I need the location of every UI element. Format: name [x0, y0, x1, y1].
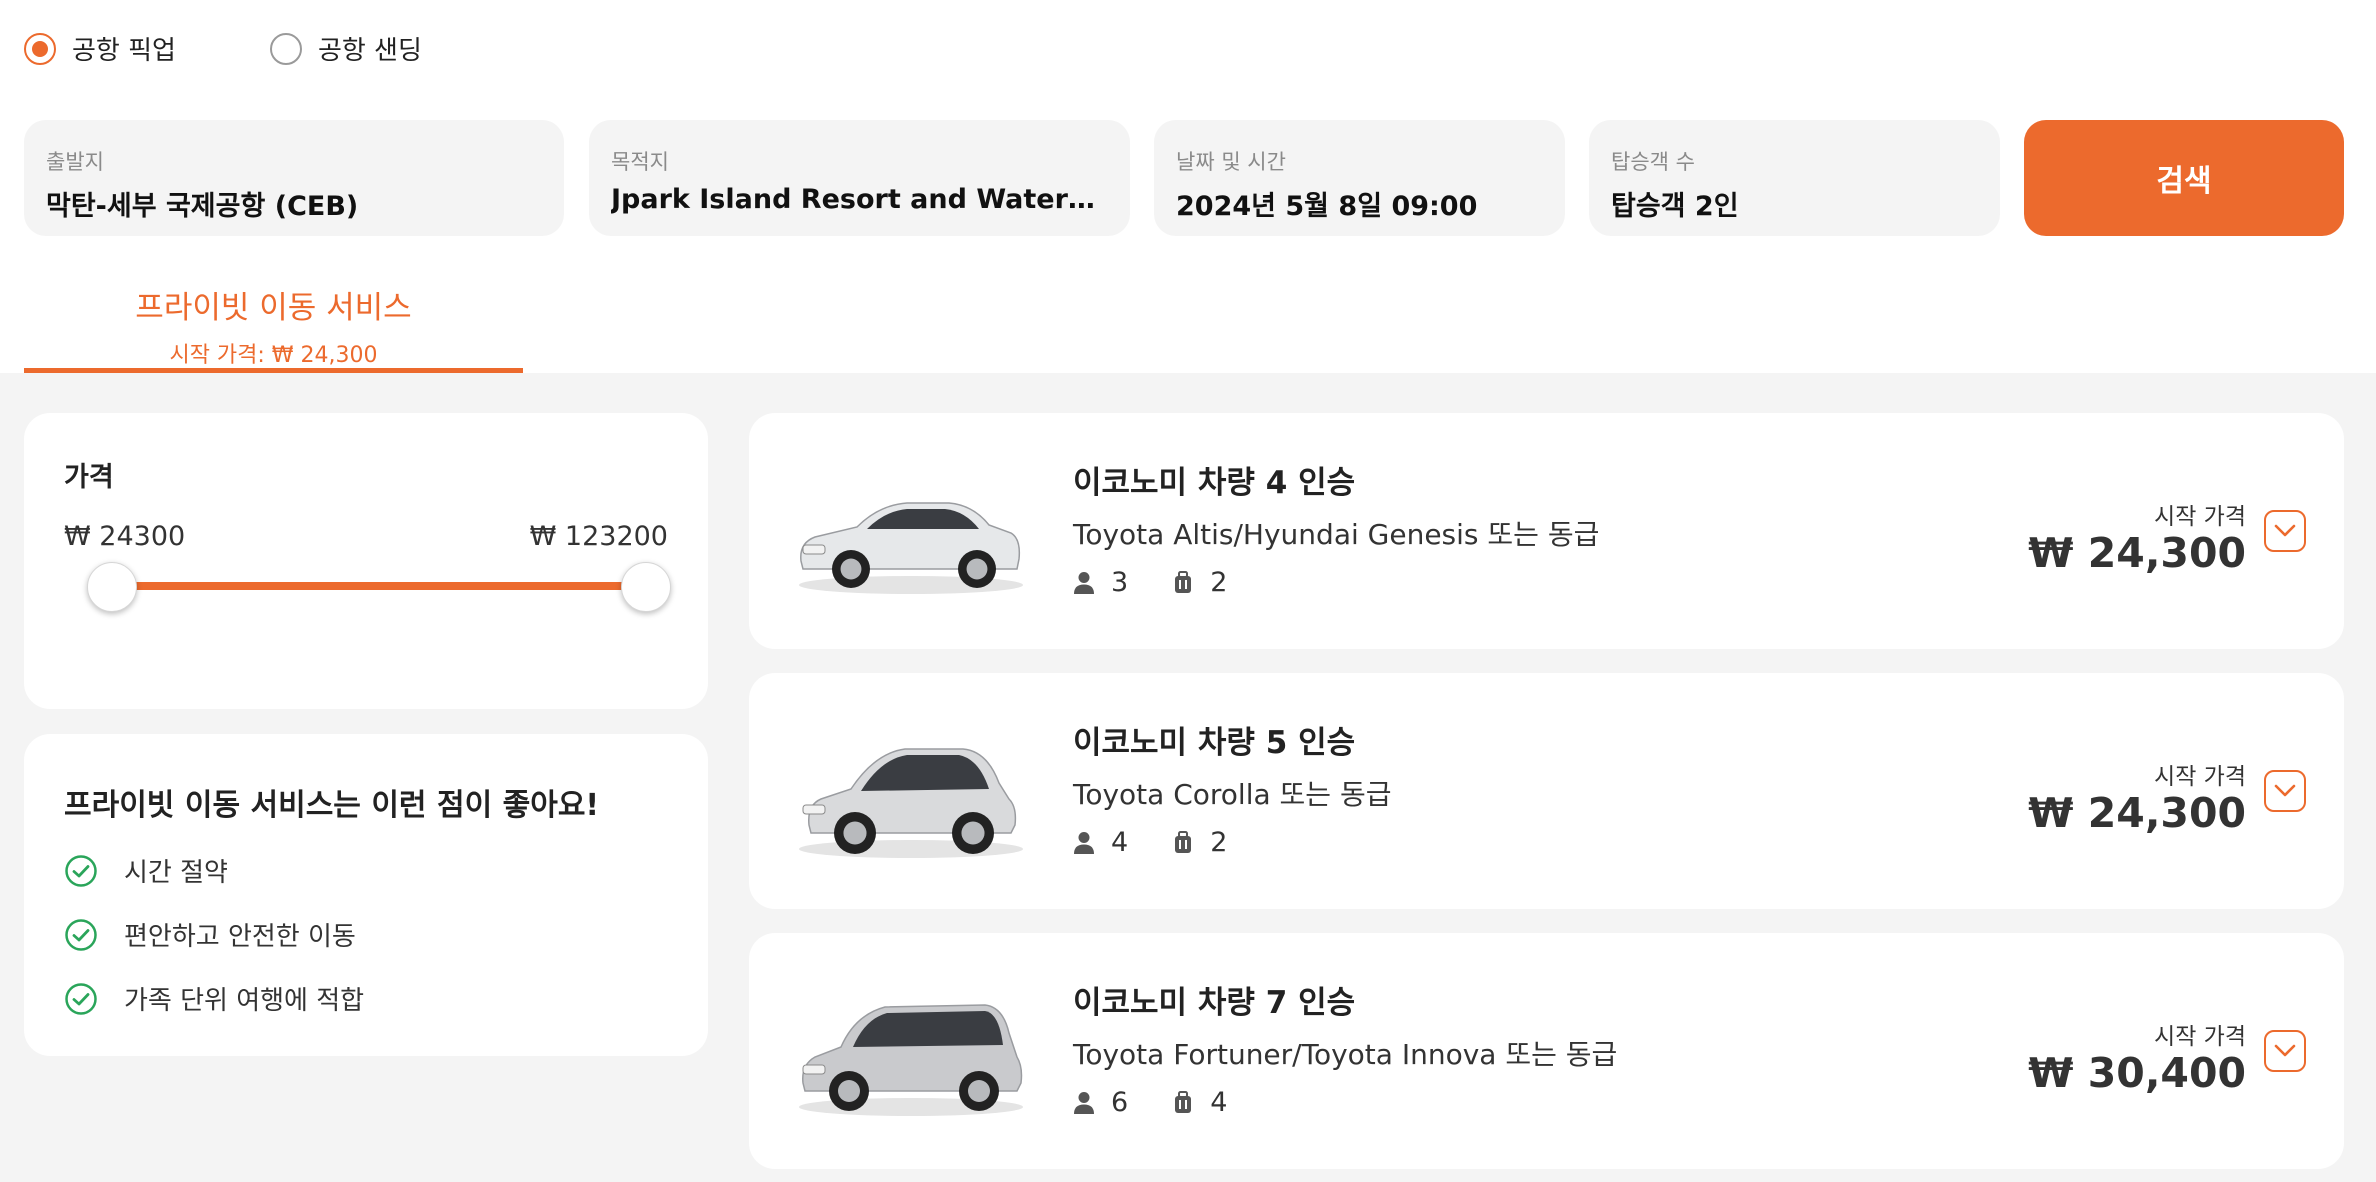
slider-fill — [112, 582, 646, 590]
benefit-text: 가족 단위 여행에 적합 — [124, 986, 365, 1016]
car-wheel-rim — [961, 821, 985, 845]
car-image — [799, 1004, 1023, 1116]
passenger-capacity: 4 — [1073, 827, 1128, 858]
destination-value: Jpark Island Resort and Waterpark Cebu — [611, 184, 1108, 215]
person-icon — [1074, 571, 1094, 594]
chevron-down-icon — [2274, 524, 2296, 537]
expand-button[interactable] — [2264, 770, 2306, 812]
luggage-capacity: 2 — [1172, 827, 1227, 858]
check-circle-icon — [65, 918, 97, 951]
origin-value: 막탄-세부 국제공항 (CEB) — [46, 191, 359, 222]
passengers-label: 탑승객 수 — [1611, 150, 1695, 174]
car-wheel-rim — [966, 558, 988, 580]
car-capacity: 6 4 — [1073, 1087, 1227, 1118]
benefits-card: 프라이빗 이동 서비스는 이런 점이 좋아요! 시간 절약 편안하고 안전한 이… — [24, 734, 708, 1056]
car-name: 이코노미 차량 4 인승 — [1073, 465, 1356, 501]
car-headlight — [802, 804, 826, 815]
luggage-count: 2 — [1210, 827, 1228, 858]
price-max-label: ₩ 123200 — [529, 521, 668, 552]
benefit-item: 가족 단위 여행에 적합 — [64, 980, 364, 1017]
luggage-capacity: 4 — [1172, 1087, 1227, 1118]
car-price: ₩ 24,300 — [2028, 789, 2246, 837]
start-price-label: 시작 가격 — [2154, 1024, 2246, 1050]
car-price: ₩ 24,300 — [2028, 529, 2246, 577]
start-price-label: 시작 가격 — [2154, 764, 2246, 790]
car-headlight — [802, 1064, 826, 1075]
luggage-capacity: 2 — [1172, 567, 1227, 598]
passenger-capacity: 3 — [1073, 567, 1128, 598]
passenger-capacity: 6 — [1073, 1087, 1128, 1118]
luggage-icon — [1175, 830, 1192, 853]
passenger-count: 3 — [1111, 567, 1129, 598]
price-filter-card: 가격 ₩ 24300 ₩ 123200 — [24, 413, 708, 709]
trip-type-group: 공항 픽업 공항 샌딩 — [24, 30, 516, 67]
start-price-label: 시작 가격 — [2154, 504, 2246, 530]
passenger-count: 4 — [1111, 827, 1129, 858]
destination-label: 목적지 — [611, 150, 669, 174]
chevron-down-icon — [2274, 1044, 2296, 1057]
slider-handle-min[interactable] — [87, 562, 137, 612]
origin-label: 출발지 — [46, 150, 104, 174]
car-option-card[interactable]: 이코노미 차량 4 인승 Toyota Altis/Hyundai Genesi… — [749, 413, 2344, 649]
luggage-count: 4 — [1210, 1087, 1228, 1118]
benefit-text: 시간 절약 — [124, 858, 228, 888]
luggage-icon — [1175, 1090, 1192, 1113]
price-range-slider[interactable] — [87, 551, 671, 621]
check-circle-icon — [65, 854, 97, 887]
price-filter-title: 가격 — [64, 462, 114, 493]
passenger-count: 6 — [1111, 1087, 1129, 1118]
car-models: Toyota Corolla 또는 동급 — [1073, 778, 1392, 811]
benefit-item: 편안하고 안전한 이동 — [64, 916, 356, 953]
car-wheel-rim — [838, 1080, 860, 1102]
car-models: Toyota Altis/Hyundai Genesis 또는 동급 — [1073, 518, 1600, 551]
benefit-text: 편안하고 안전한 이동 — [124, 922, 356, 952]
chevron-down-icon — [2274, 784, 2296, 797]
slider-handle-max[interactable] — [621, 562, 671, 612]
check-circle-icon — [65, 982, 97, 1015]
car-capacity: 4 2 — [1073, 827, 1227, 858]
car-image — [799, 748, 1023, 858]
passengers-field[interactable]: 탑승객 수 탑승객 2인 — [1589, 120, 2000, 236]
car-wheel-rim — [840, 558, 862, 580]
car-option-card[interactable]: 이코노미 차량 7 인승 Toyota Fortuner/Toyota Inno… — [749, 933, 2344, 1169]
search-header: 공항 픽업 공항 샌딩 출발지 막탄-세부 국제공항 (CEB) 목적지 Jpa… — [0, 0, 2376, 373]
tab-title: 프라이빗 이동 서비스 — [135, 290, 412, 326]
radio-circle[interactable] — [269, 32, 302, 65]
radio-airport-pickup[interactable]: 공항 픽업 — [24, 30, 176, 67]
radio-label: 공항 픽업 — [72, 36, 176, 66]
radio-airport-sending[interactable]: 공항 샌딩 — [269, 30, 422, 67]
car-wheel-rim — [968, 1080, 990, 1102]
expand-button[interactable] — [2264, 510, 2306, 552]
radio-circle-selected[interactable] — [24, 32, 56, 65]
person-icon — [1074, 831, 1094, 854]
radio-label: 공항 샌딩 — [317, 36, 422, 66]
expand-button[interactable] — [2264, 1030, 2306, 1072]
benefits-title: 프라이빗 이동 서비스는 이런 점이 좋아요! — [64, 788, 600, 823]
car-image — [799, 502, 1023, 594]
luggage-count: 2 — [1210, 567, 1228, 598]
benefit-item: 시간 절약 — [64, 852, 228, 889]
car-headlight — [802, 544, 826, 555]
car-name: 이코노미 차량 5 인승 — [1073, 725, 1356, 761]
car-models: Toyota Fortuner/Toyota Innova 또는 동급 — [1073, 1038, 1618, 1071]
passengers-value: 탑승객 2인 — [1611, 191, 1739, 222]
car-option-card[interactable]: 이코노미 차량 5 인승 Toyota Corolla 또는 동급 4 2 시작… — [749, 673, 2344, 909]
tab-start-price: 시작 가격: ₩ 24,300 — [169, 343, 378, 368]
destination-field[interactable]: 목적지 Jpark Island Resort and Waterpark Ce… — [589, 120, 1130, 236]
results-area: 가격 ₩ 24300 ₩ 123200 프라이빗 이동 서비스는 이런 점이 좋… — [0, 373, 2376, 1182]
origin-field[interactable]: 출발지 막탄-세부 국제공항 (CEB) — [24, 120, 564, 236]
car-price: ₩ 30,400 — [2028, 1049, 2246, 1097]
person-icon — [1074, 1091, 1094, 1114]
car-wheel-rim — [843, 821, 867, 845]
car-name: 이코노미 차량 7 인승 — [1073, 985, 1356, 1021]
datetime-value: 2024년 5월 8일 09:00 — [1176, 191, 1478, 222]
price-min-label: ₩ 24300 — [64, 521, 186, 552]
datetime-field[interactable]: 날짜 및 시간 2024년 5월 8일 09:00 — [1154, 120, 1565, 236]
datetime-label: 날짜 및 시간 — [1176, 150, 1286, 174]
luggage-icon — [1175, 570, 1192, 593]
car-capacity: 3 2 — [1073, 567, 1227, 598]
tab-private-transfer[interactable]: 프라이빗 이동 서비스 시작 가격: ₩ 24,300 — [24, 280, 523, 373]
search-button[interactable]: 검색 — [2024, 120, 2344, 236]
